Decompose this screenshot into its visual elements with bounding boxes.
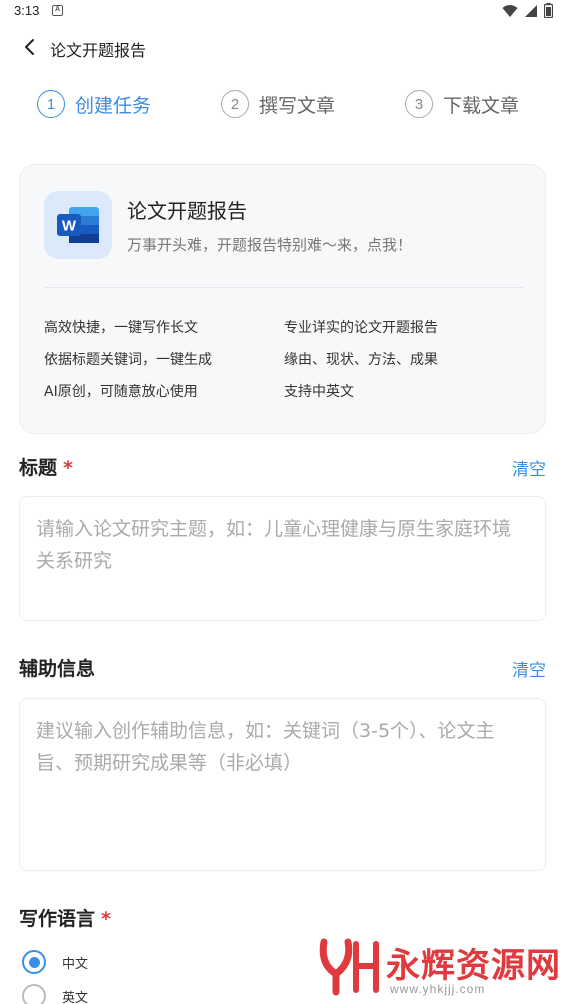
aux-info-label-text: 辅助信息: [19, 658, 96, 680]
aux-info-placeholder: 建议输入创作辅助信息，如：关键词（3-5个）、论文主旨、预期研究成果等（非必填）: [36, 720, 495, 774]
step-write-article[interactable]: 2 撰写文章: [221, 90, 335, 118]
aux-info-input[interactable]: 建议输入创作辅助信息，如：关键词（3-5个）、论文主旨、预期研究成果等（非必填）: [19, 698, 546, 871]
word-document-icon: W: [57, 207, 99, 243]
feature-item: 专业详实的论文开题报告: [284, 320, 438, 336]
radio-button[interactable]: [22, 984, 46, 1004]
step-number: 3: [405, 90, 433, 118]
intro-card[interactable]: W 论文开题报告 万事开头难，开题报告特别难～来，点我！ 高效快捷，一键写作长文…: [19, 164, 546, 434]
title-label-text: 标题: [19, 457, 58, 479]
watermark-url: www.yhkjjj.com: [390, 982, 486, 996]
signal-icon: [525, 4, 537, 17]
step-number: 2: [221, 90, 249, 118]
radio-button[interactable]: [22, 950, 46, 974]
card-title: 论文开题报告: [127, 199, 247, 223]
watermark: 永辉资源网 www.yhkjjj.com: [318, 936, 561, 1000]
step-label: 撰写文章: [259, 94, 336, 117]
feature-item: 依据标题关键词，一键生成: [44, 352, 212, 368]
radio-label: 中文: [62, 956, 89, 972]
chevron-left-icon: [25, 39, 34, 55]
aux-info-label: 辅助信息: [19, 654, 95, 681]
divider: [44, 287, 524, 288]
title-input[interactable]: 请输入论文研究主题，如：儿童心理健康与原生家庭环境关系研究: [19, 496, 546, 621]
clear-aux-button[interactable]: 清空: [512, 656, 546, 681]
back-button[interactable]: [16, 34, 42, 60]
feature-item: 缘由、现状、方法、成果: [284, 352, 438, 368]
step-indicator: 1 创建任务 2 撰写文章 3 下载文章: [0, 90, 565, 130]
required-mark: *: [63, 457, 73, 479]
feature-item: 支持中英文: [284, 384, 354, 400]
wifi-icon: [502, 4, 518, 17]
top-bar: 论文开题报告: [0, 28, 565, 68]
watermark-brand: 永辉资源网: [386, 946, 561, 986]
svg-text:W: W: [62, 218, 77, 235]
language-option-english[interactable]: 英文: [22, 984, 88, 1004]
step-label: 创建任务: [75, 94, 152, 117]
step-number: 1: [37, 90, 65, 118]
clear-title-button[interactable]: 清空: [512, 455, 546, 480]
status-bar: 3:13 A: [0, 0, 565, 24]
step-label: 下载文章: [443, 94, 520, 117]
status-icons: [502, 3, 553, 18]
page-title: 论文开题报告: [50, 41, 147, 60]
card-subtitle: 万事开头难，开题报告特别难～来，点我！: [127, 236, 413, 254]
watermark-logo-icon: [319, 938, 379, 996]
title-label: 标题 *: [19, 453, 73, 480]
step-create-task[interactable]: 1 创建任务: [37, 90, 151, 118]
radio-label: 英文: [62, 990, 89, 1004]
feature-item: 高效快捷，一键写作长文: [44, 320, 198, 336]
word-logo-icon: W: [44, 191, 112, 259]
battery-icon: [544, 3, 553, 18]
language-label-text: 写作语言: [19, 908, 96, 930]
feature-item: AI原创，可随意放心使用: [44, 384, 198, 400]
step-download-article[interactable]: 3 下载文章: [405, 90, 519, 118]
title-placeholder: 请输入论文研究主题，如：儿童心理健康与原生家庭环境关系研究: [36, 518, 512, 572]
status-time: 3:13: [14, 3, 40, 18]
required-mark: *: [101, 908, 111, 930]
language-label: 写作语言 *: [19, 904, 111, 931]
notification-icon: A: [52, 5, 63, 16]
language-option-chinese[interactable]: 中文: [22, 950, 88, 974]
